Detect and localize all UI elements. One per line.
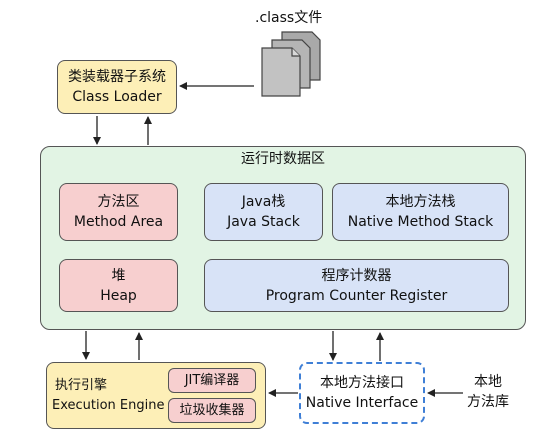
program-counter-en: Program Counter Register xyxy=(265,287,448,304)
native-library-label: 本地 方法库 xyxy=(467,372,509,412)
java-stack-cn: Java栈 xyxy=(241,194,286,210)
java-stack-en: Java Stack xyxy=(227,214,300,230)
garbage-collector-label: 垃圾收集器 xyxy=(179,402,245,418)
program-counter-cn: 程序计数器 xyxy=(321,267,392,284)
class-loader-box: 类装载器子系统 Class Loader xyxy=(57,60,177,114)
method-area-box: 方法区 Method Area xyxy=(59,183,178,241)
jit-compiler-label: JIT编译器 xyxy=(184,372,240,388)
native-method-stack-box: 本地方法栈 Native Method Stack xyxy=(332,183,509,241)
native-method-stack-cn: 本地方法栈 xyxy=(385,194,456,210)
heap-cn: 堆 xyxy=(111,267,126,284)
class-files-icon xyxy=(261,31,321,97)
heap-box: 堆 Heap xyxy=(59,259,178,312)
native-library-line2: 方法库 xyxy=(467,394,509,410)
execution-engine-cn: 执行引擎 xyxy=(55,377,108,393)
native-interface-en: Native Interface xyxy=(305,395,419,411)
class-loader-cn: 类装载器子系统 xyxy=(68,69,166,85)
program-counter-register-box: 程序计数器 Program Counter Register xyxy=(204,259,509,312)
garbage-collector-box: 垃圾收集器 xyxy=(168,398,256,423)
native-library-line1: 本地 xyxy=(474,374,502,390)
jit-compiler-box: JIT编译器 xyxy=(168,368,256,393)
runtime-data-area-title: 运行时数据区 xyxy=(241,151,325,167)
method-area-en: Method Area xyxy=(73,214,164,230)
heap-en: Heap xyxy=(100,287,137,304)
class-file-label: .class文件 xyxy=(255,10,323,26)
java-stack-box: Java栈 Java Stack xyxy=(204,183,323,241)
native-method-stack-en: Native Method Stack xyxy=(347,214,494,230)
execution-engine-en: Execution Engine xyxy=(52,397,165,413)
class-loader-en: Class Loader xyxy=(72,89,162,105)
method-area-cn: 方法区 xyxy=(97,194,140,210)
native-interface-box: 本地方法接口 Native Interface xyxy=(299,362,425,424)
native-interface-cn: 本地方法接口 xyxy=(320,375,404,391)
